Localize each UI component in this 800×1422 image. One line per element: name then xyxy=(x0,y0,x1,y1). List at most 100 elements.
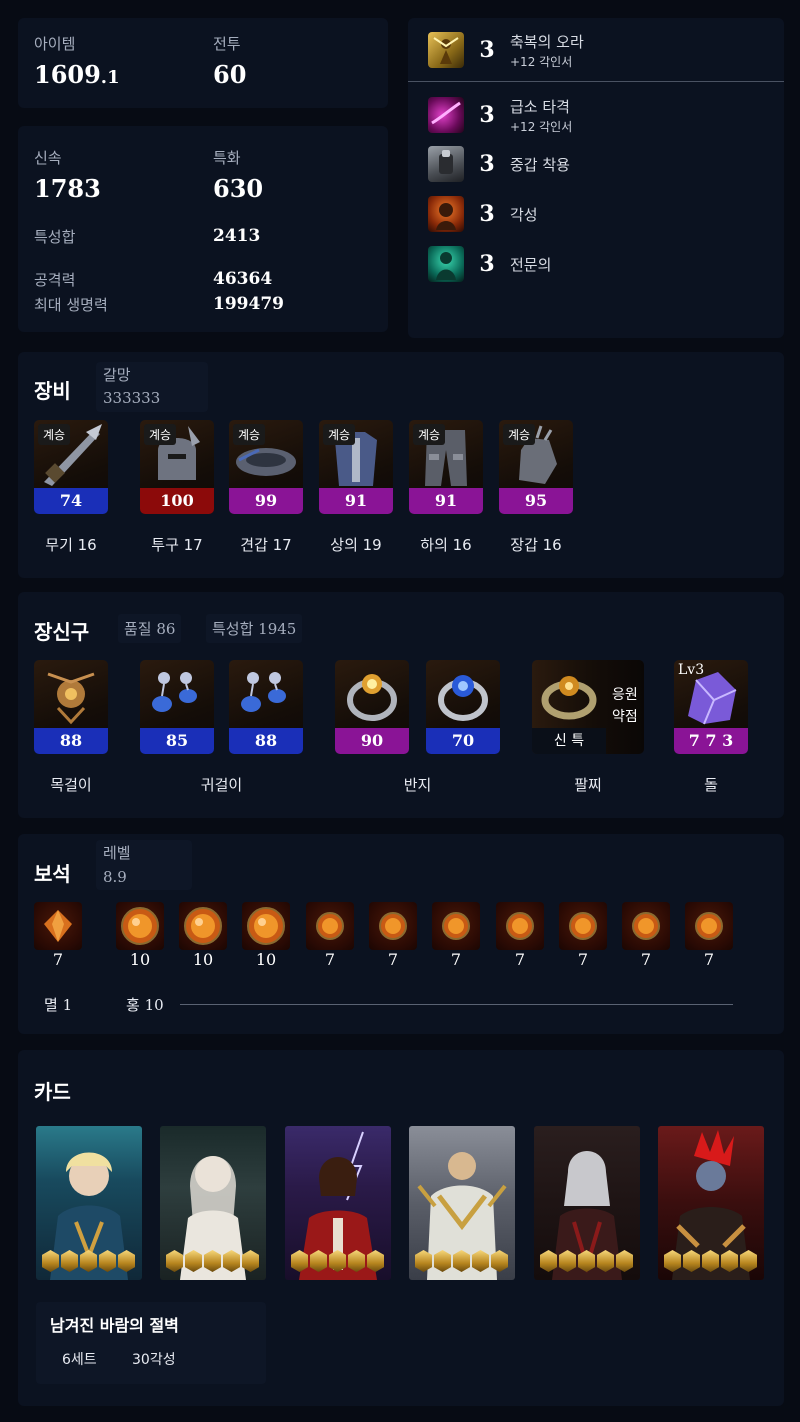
gem-slot[interactable] xyxy=(559,902,607,950)
quality-bar: 99 xyxy=(229,488,303,514)
engraving-level: 3 xyxy=(479,251,495,277)
engraving-row[interactable]: 3 중갑 착용 xyxy=(428,142,570,186)
gem-level: 7 xyxy=(703,950,715,969)
gem-summary-divider xyxy=(180,1004,733,1005)
item-tier-tag: 계승 xyxy=(38,424,71,445)
engraving-expert-icon xyxy=(428,246,464,282)
quality-bar: 95 xyxy=(499,488,573,514)
gem-slot[interactable] xyxy=(685,902,733,950)
cards-title: 카드 xyxy=(34,1080,71,1104)
bracelet-card[interactable]: 신 특 응원 약점 xyxy=(532,660,644,754)
item-name: 견갑 17 xyxy=(240,536,292,554)
gem-slot[interactable] xyxy=(496,902,544,950)
quality-bar: 100 xyxy=(140,488,214,514)
ability-stone-card[interactable]: Lv3 7 7 3 xyxy=(674,660,748,754)
accessory-name-stone: 돌 xyxy=(704,776,718,794)
card-set-box[interactable]: 남겨진 바람의 절벽 6세트 30각성 xyxy=(36,1302,266,1384)
ring-card[interactable]: 90 xyxy=(335,660,409,754)
accessory-name-ring: 반지 xyxy=(403,776,432,794)
engraving-row[interactable]: 3 축복의 오라 +12 각인서 xyxy=(428,28,584,72)
gem-icon xyxy=(184,907,222,945)
gem-icon xyxy=(442,912,470,940)
earring-icon xyxy=(152,672,197,712)
bracelet-stats: 신 특 xyxy=(532,728,606,754)
equipment-weapon-card[interactable]: 계승 74 xyxy=(34,420,108,514)
gem-slot[interactable] xyxy=(179,902,227,950)
gem-slot[interactable] xyxy=(622,902,670,950)
item-level-decimal: .1 xyxy=(100,67,120,88)
ring-icon xyxy=(347,674,397,721)
gem-slot[interactable] xyxy=(306,902,354,950)
quality-bar: 70 xyxy=(426,728,500,754)
accessory-name-earring: 귀걸이 xyxy=(200,776,243,794)
item-tier-tag: 계승 xyxy=(144,424,177,445)
earring-card[interactable]: 85 xyxy=(140,660,214,754)
engraving-level: 3 xyxy=(479,102,495,128)
stats-panel-top: 아이템 1609.1 전투 60 xyxy=(18,18,388,108)
gem-slot[interactable] xyxy=(242,902,290,950)
item-tier-tag: 계승 xyxy=(503,424,536,445)
cards-panel: 카드 남겨진 바람의 절벽 6세트 30각성 xyxy=(18,1050,784,1406)
engraving-level: 3 xyxy=(479,37,495,63)
quality-bar: 90 xyxy=(335,728,409,754)
card-awakening-gems xyxy=(415,1250,508,1272)
attack-power-label: 공격력 xyxy=(34,271,76,289)
combat-level-value: 60 xyxy=(213,60,247,89)
gem-level-box: 레벨 8.9 xyxy=(96,840,192,890)
equipment-pants-card[interactable]: 계승 91 xyxy=(409,420,483,514)
equipment-shoulder-card[interactable]: 계승 99 xyxy=(229,420,303,514)
engraving-name: 급소 타격 xyxy=(510,97,570,116)
bracelet-effect: 약점 xyxy=(612,709,638,725)
card-awakening-total: 30각성 xyxy=(132,1352,176,1368)
gem-level: 10 xyxy=(255,950,277,969)
accessory-name-bracelet: 팔찌 xyxy=(574,776,602,794)
engraving-row[interactable]: 3 급소 타격 +12 각인서 xyxy=(428,93,572,137)
attack-power-value: 46364 xyxy=(213,269,273,289)
engraving-name: 중갑 착용 xyxy=(510,155,570,174)
engraving-aura-icon xyxy=(428,32,464,68)
item-name: 하의 16 xyxy=(420,536,472,554)
gem-slot[interactable] xyxy=(432,902,480,950)
gem-level-label: 레벨 xyxy=(103,844,131,862)
card-portrait[interactable] xyxy=(534,1126,640,1280)
engraving-name: 전문의 xyxy=(510,255,552,274)
accessories-panel: 장신구 품질 86 특성합 1945 88 85 88 90 70 신 특 응원… xyxy=(18,592,784,818)
gem-level: 10 xyxy=(129,950,151,969)
equipment-gloves-card[interactable]: 계승 95 xyxy=(499,420,573,514)
item-tier-tag: 계승 xyxy=(413,424,446,445)
engraving-divider xyxy=(408,81,784,82)
gem-icon xyxy=(121,907,159,945)
card-portrait[interactable] xyxy=(36,1126,142,1280)
card-portrait[interactable] xyxy=(285,1126,391,1280)
quality-bar: 88 xyxy=(34,728,108,754)
stats-panel-bottom: 신속 1783 특화 630 특성합 2413 공격력 46364 최대 생명력… xyxy=(18,126,388,332)
accessories-title: 장신구 xyxy=(34,620,90,644)
equipment-chest-card[interactable]: 계승 91 xyxy=(319,420,393,514)
combat-level-label: 전투 xyxy=(213,35,241,53)
gem-slot[interactable] xyxy=(116,902,164,950)
earring-card[interactable]: 88 xyxy=(229,660,303,754)
necklace-card[interactable]: 88 xyxy=(34,660,108,754)
earring-icon xyxy=(241,672,286,712)
card-awakening-gems xyxy=(166,1250,259,1272)
gem-slot[interactable] xyxy=(369,902,417,950)
equipment-helmet-card[interactable]: 계승 100 xyxy=(140,420,214,514)
gem-level: 7 xyxy=(450,950,462,969)
engraving-row[interactable]: 3 전문의 xyxy=(428,242,551,286)
gem-slot[interactable] xyxy=(34,902,82,950)
card-portrait[interactable] xyxy=(409,1126,515,1280)
specialization-value: 630 xyxy=(213,174,264,203)
card-portrait[interactable] xyxy=(658,1126,764,1280)
engraving-name: 각성 xyxy=(510,205,538,224)
accessory-name-necklace: 목걸이 xyxy=(50,776,92,794)
stone-value-bar: 7 7 3 xyxy=(674,728,748,754)
ring-card[interactable]: 70 xyxy=(426,660,500,754)
gem-level: 7 xyxy=(387,950,399,969)
swiftness-value: 1783 xyxy=(34,174,101,203)
engraving-row[interactable]: 3 각성 xyxy=(428,192,538,236)
gem-summary-damage: 멸 1 xyxy=(44,996,73,1014)
gem-icon xyxy=(44,910,72,942)
gem-icon xyxy=(316,912,344,940)
card-portrait[interactable] xyxy=(160,1126,266,1280)
quality-bar: 91 xyxy=(409,488,483,514)
